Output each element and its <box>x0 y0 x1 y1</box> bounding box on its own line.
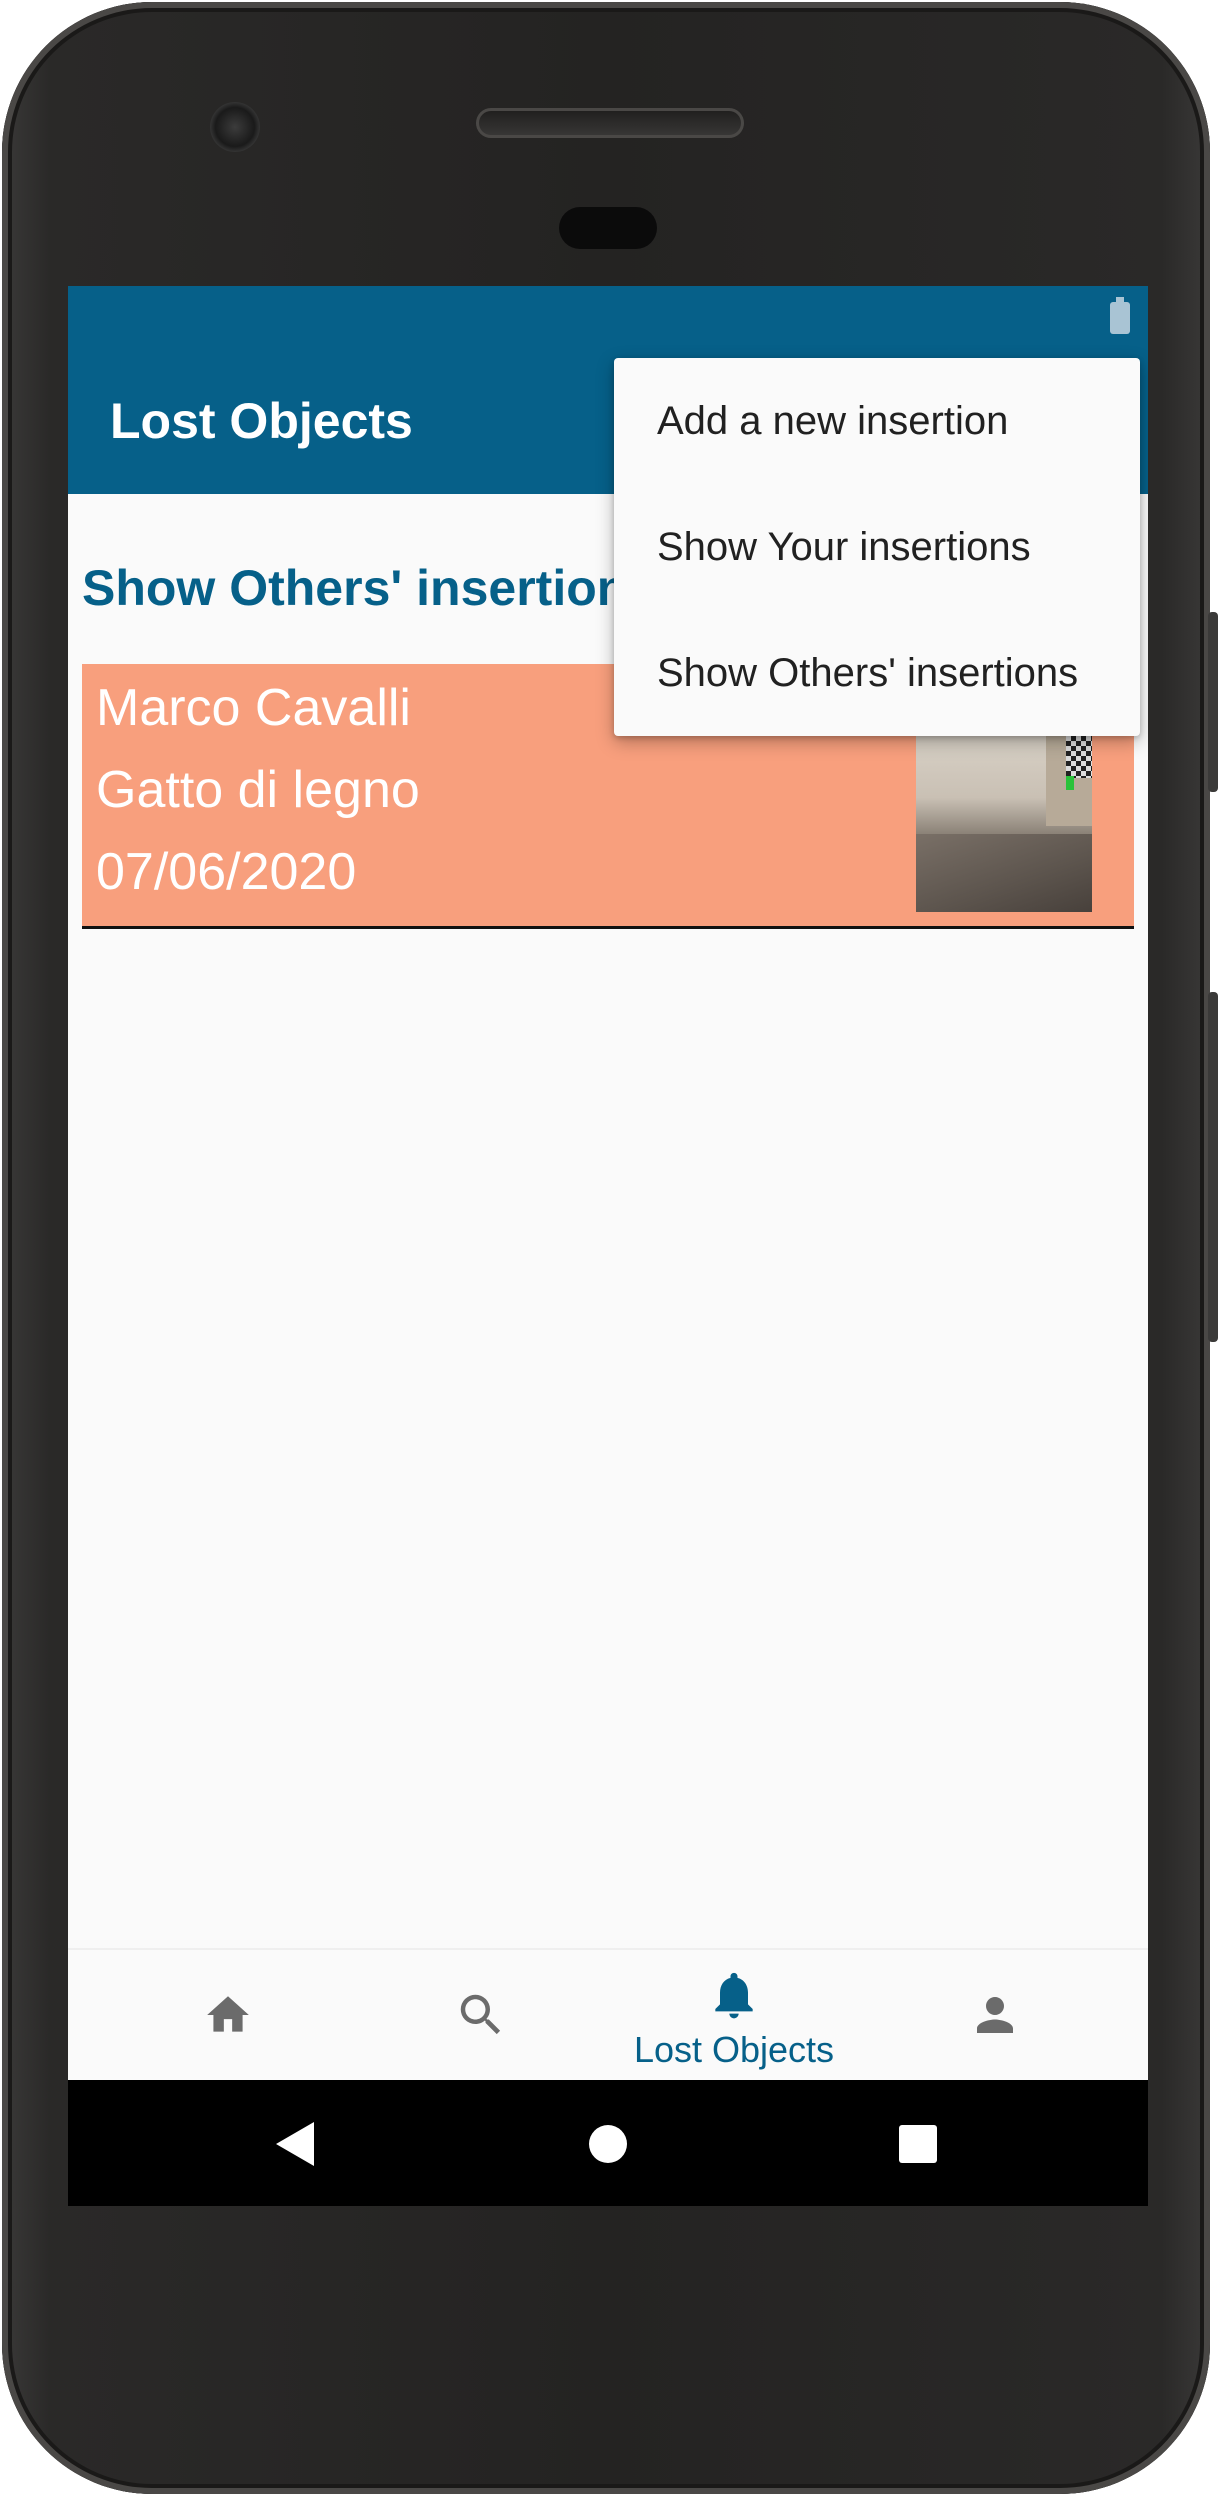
insertion-owner: Marco Cavalli <box>96 679 411 737</box>
recents-icon[interactable] <box>898 2124 938 2164</box>
home-circle-icon[interactable] <box>588 2124 628 2164</box>
battery-icon <box>1110 297 1130 334</box>
menu-item-add-insertion[interactable]: Add a new insertion <box>657 401 1008 441</box>
menu-item-your-insertions[interactable]: Show Your insertions <box>657 527 1031 567</box>
home-icon <box>207 1996 249 2032</box>
earpiece-speaker <box>476 108 744 138</box>
back-icon[interactable] <box>274 2120 318 2168</box>
nav-item-profile[interactable] <box>918 1950 1098 2080</box>
front-camera <box>210 102 260 152</box>
nav-item-home[interactable] <box>138 1950 318 2080</box>
screen: Lost Objects Show Others' insertions Mar… <box>68 286 1148 2206</box>
insertion-object: Gatto di legno <box>96 761 420 819</box>
nav-item-search[interactable] <box>388 1950 568 2080</box>
nav-item-lost-objects[interactable]: Lost Objects <box>608 1950 860 2080</box>
insertion-photo <box>916 736 1092 912</box>
proximity-sensor <box>559 207 657 249</box>
bottom-navigation: Lost Objects <box>68 1948 1148 2080</box>
bell-icon <box>715 1972 753 2019</box>
overflow-menu: Add a new insertion Show Your insertions… <box>614 358 1140 736</box>
nav-label-lost-objects: Lost Objects <box>633 2029 835 2070</box>
menu-item-others-insertions[interactable]: Show Others' insertions <box>657 653 1078 693</box>
insertion-date: 07/06/2020 <box>96 843 357 901</box>
search-icon <box>460 1994 501 2035</box>
power-button <box>1208 612 1218 792</box>
phone-frame: Lost Objects Show Others' insertions Mar… <box>2 2 1218 2494</box>
section-title: Show Others' insertions <box>82 560 656 616</box>
volume-button <box>1208 992 1218 1342</box>
app-title: Lost Objects <box>110 393 413 449</box>
system-navigation-bar <box>68 2080 1148 2206</box>
person-icon <box>977 1997 1013 2033</box>
